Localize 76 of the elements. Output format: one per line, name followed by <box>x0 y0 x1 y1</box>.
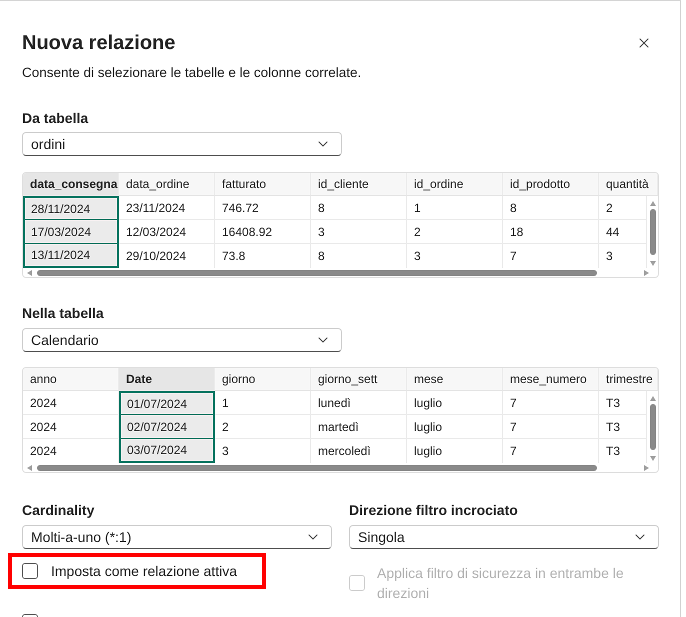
table-cell: 01/07/2024 <box>119 391 215 415</box>
field-label: Nella tabella <box>22 304 105 323</box>
table-cell: 44 <box>599 220 647 244</box>
scrollbar-thumb[interactable] <box>650 209 656 255</box>
dropdown[interactable]: Molti-a-uno (*:1) <box>22 525 332 549</box>
table-cell: lunedì <box>311 391 407 415</box>
table-cell: 17/03/2024 <box>23 220 119 244</box>
dialog-description: Consente di selezionare le tabelle e le colonne correlate. <box>22 64 362 82</box>
table-cell: T3 <box>599 391 647 415</box>
table-cell: 3 <box>311 220 407 244</box>
scroll-left-arrow-icon[interactable] <box>27 465 32 471</box>
checkbox-label[interactable]: Imposta come relazione attiva <box>51 561 237 581</box>
scrollbar-thumb[interactable] <box>37 465 597 471</box>
scroll-down-arrow-icon[interactable] <box>650 261 656 266</box>
table-cell: 23/11/2024 <box>119 196 215 220</box>
table-cell: mercoledì <box>311 439 407 463</box>
table-cell: luglio <box>407 391 503 415</box>
table-cell: 2 <box>599 196 647 220</box>
table-cell: 12/03/2024 <box>119 220 215 244</box>
column-header[interactable]: fatturato <box>215 173 311 195</box>
scroll-right-arrow-icon[interactable] <box>644 270 649 276</box>
column-header[interactable]: quantità <box>599 173 658 195</box>
field-label: Cardinality <box>22 501 96 520</box>
table-cell: T3 <box>599 439 647 463</box>
table-cell: 7 <box>503 244 599 268</box>
dropdown[interactable]: Singola <box>349 525 659 549</box>
column-header[interactable]: data_consegna <box>23 173 119 195</box>
table-cell: 3 <box>215 439 311 463</box>
field-label: Da tabella <box>22 109 90 128</box>
field-label: Direzione filtro incrociato <box>349 501 519 520</box>
table-cell: 02/07/2024 <box>119 415 215 439</box>
table-cell: 1 <box>407 196 503 220</box>
column-header[interactable]: Date <box>119 368 215 390</box>
column-header[interactable]: trimestre <box>599 368 658 390</box>
scroll-right-arrow-icon[interactable] <box>644 465 649 471</box>
table-cell: 73.8 <box>215 244 311 268</box>
table-cell: 7 <box>503 391 599 415</box>
table-cell: 28/11/2024 <box>23 196 119 220</box>
table-cell: 8 <box>311 244 407 268</box>
table-cell: 2 <box>215 415 311 439</box>
dropdown[interactable]: Calendario <box>22 328 342 352</box>
column-header[interactable]: mese <box>407 368 503 390</box>
column-header[interactable]: mese_numero <box>503 368 599 390</box>
scroll-left-arrow-icon[interactable] <box>27 270 32 276</box>
table-cell: 29/10/2024 <box>119 244 215 268</box>
table-cell: luglio <box>407 439 503 463</box>
scrollbar-thumb[interactable] <box>37 270 597 276</box>
table-cell: T3 <box>599 415 647 439</box>
table-cell: 7 <box>503 439 599 463</box>
dropdown[interactable]: ordini <box>22 132 342 156</box>
scroll-up-arrow-icon[interactable] <box>650 201 656 206</box>
dialog-title: Nuova relazione <box>22 31 176 56</box>
scroll-down-arrow-icon[interactable] <box>650 456 656 461</box>
table-cell: 18 <box>503 220 599 244</box>
table-cell: 13/11/2024 <box>23 244 119 268</box>
table-cell: 3 <box>599 244 647 268</box>
scrollbar-thumb[interactable] <box>650 404 656 450</box>
column-header[interactable]: giorno_sett <box>311 368 407 390</box>
column-header[interactable]: id_cliente <box>311 173 407 195</box>
column-header[interactable]: id_ordine <box>407 173 503 195</box>
column-header[interactable]: data_ordine <box>119 173 215 195</box>
scroll-up-arrow-icon[interactable] <box>650 396 656 401</box>
column-header[interactable]: giorno <box>215 368 311 390</box>
table-cell: luglio <box>407 415 503 439</box>
table-cell: 8 <box>311 196 407 220</box>
table-cell: 3 <box>407 244 503 268</box>
column-header[interactable]: id_prodotto <box>503 173 599 195</box>
table-cell: 746.72 <box>215 196 311 220</box>
checkbox[interactable] <box>22 563 38 579</box>
table-cell: 2 <box>407 220 503 244</box>
table-cell: 7 <box>503 415 599 439</box>
table-cell: 1 <box>215 391 311 415</box>
table-cell: martedì <box>311 415 407 439</box>
table-cell: 8 <box>503 196 599 220</box>
table-cell: 16408.92 <box>215 220 311 244</box>
table-cell: 03/07/2024 <box>119 439 215 463</box>
